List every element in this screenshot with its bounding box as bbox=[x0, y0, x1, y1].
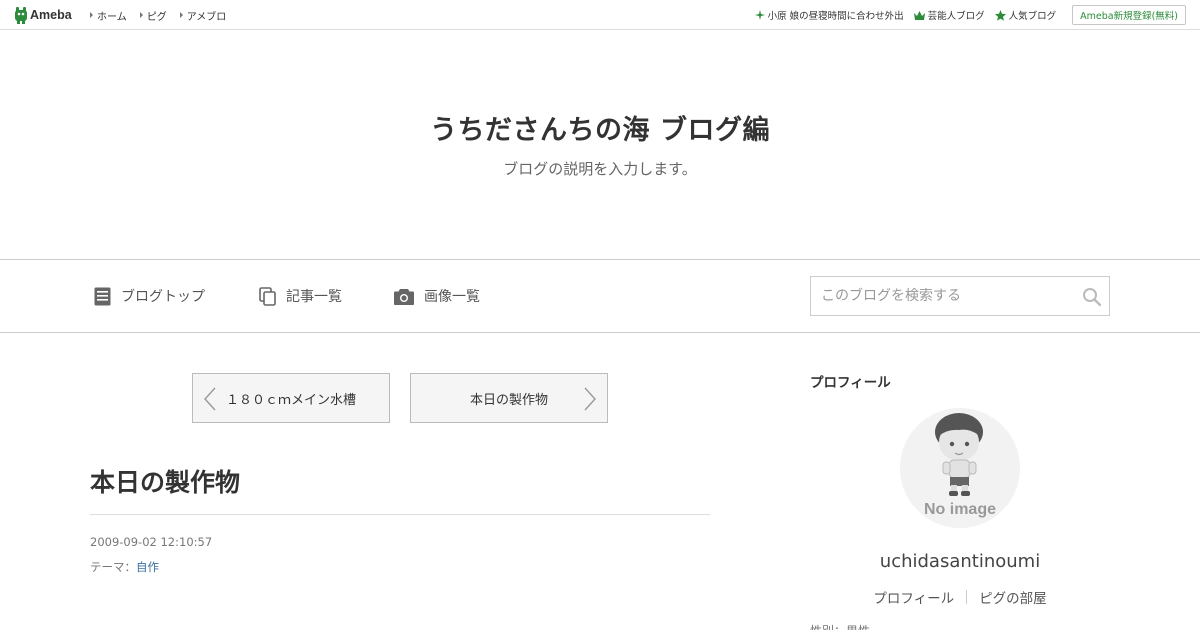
avatar[interactable]: No image bbox=[900, 408, 1020, 528]
global-nav-pigg[interactable]: ピグ bbox=[139, 8, 167, 23]
global-nav-pigg-label: ピグ bbox=[146, 11, 167, 23]
blog-top-label: ブログトップ bbox=[121, 289, 205, 305]
document-icon bbox=[94, 287, 111, 305]
no-image-avatar-icon: No image bbox=[900, 408, 1020, 528]
sparkle-icon bbox=[754, 10, 765, 20]
profile-username[interactable]: uchidasantinoumi bbox=[810, 551, 1110, 572]
blog-description: ブログの説明を入力します。 bbox=[503, 160, 697, 178]
blog-search-input[interactable] bbox=[821, 277, 1076, 315]
triangle-icon bbox=[179, 12, 183, 18]
global-header: Ameba ホーム ピグ アメブロ 小原 娘の昼寝時間に合わせ外出 芸能人ブログ… bbox=[0, 0, 1200, 30]
prev-entry-button[interactable]: １８０ｃｍメイン水槽 bbox=[192, 373, 390, 423]
ameba-logo-text: Ameba bbox=[30, 8, 72, 22]
ameba-logo-icon bbox=[15, 6, 27, 24]
entry-divider bbox=[90, 514, 710, 515]
entry-title[interactable]: 本日の製作物 bbox=[90, 463, 240, 499]
chevron-right-icon bbox=[584, 387, 596, 411]
crown-icon bbox=[913, 10, 925, 20]
global-nav-ameblo[interactable]: アメブロ bbox=[179, 8, 227, 23]
profile-heading: プロフィール bbox=[810, 375, 891, 391]
pigg-room-link[interactable]: ピグの部屋 bbox=[979, 587, 1047, 607]
image-list-link[interactable]: 画像一覧 bbox=[394, 286, 480, 306]
next-entry-button[interactable]: 本日の製作物 bbox=[410, 373, 608, 423]
global-nav-home-label: ホーム bbox=[97, 11, 127, 23]
star-icon bbox=[994, 9, 1006, 21]
ameba-logo[interactable]: Ameba bbox=[14, 6, 72, 24]
global-header-right: 小原 娘の昼寝時間に合わせ外出 芸能人ブログ 人気ブログ Ameba新規登録(無… bbox=[754, 0, 1186, 30]
talent-blog-link[interactable]: 芸能人ブログ bbox=[913, 8, 985, 22]
entry-date: 2009-09-02 12:10:57 bbox=[90, 535, 213, 549]
blog-top-link[interactable]: ブログトップ bbox=[94, 286, 205, 306]
link-separator bbox=[966, 590, 968, 604]
news-link-label: 小原 娘の昼寝時間に合わせ外出 bbox=[767, 11, 904, 22]
register-button[interactable]: Ameba新規登録(無料) bbox=[1072, 5, 1186, 25]
entry-theme-prefix: テーマ： bbox=[90, 560, 136, 574]
news-link[interactable]: 小原 娘の昼寝時間に合わせ外出 bbox=[754, 8, 904, 22]
camera-icon bbox=[394, 288, 414, 305]
copy-icon bbox=[259, 286, 276, 306]
talent-blog-label: 芸能人ブログ bbox=[927, 11, 985, 22]
avatar-no-image-text: No image bbox=[924, 501, 996, 518]
entry-list-label: 記事一覧 bbox=[286, 289, 342, 305]
entry-theme: テーマ：自作 bbox=[90, 559, 159, 575]
profile-links: プロフィール ピグの部屋 bbox=[810, 587, 1110, 607]
search-icon[interactable] bbox=[1082, 287, 1101, 306]
prev-entry-label: １８０ｃｍメイン水槽 bbox=[225, 392, 356, 408]
entry-theme-link[interactable]: 自作 bbox=[136, 560, 159, 574]
profile-link[interactable]: プロフィール bbox=[873, 587, 954, 607]
global-nav: ホーム ピグ アメブロ bbox=[90, 0, 239, 30]
popular-blog-link[interactable]: 人気ブログ bbox=[994, 8, 1057, 22]
profile-gender: 性別：男性 bbox=[810, 622, 870, 630]
popular-blog-label: 人気ブログ bbox=[1008, 11, 1057, 22]
chevron-left-icon bbox=[204, 387, 216, 411]
global-nav-ameblo-label: アメブロ bbox=[186, 11, 227, 23]
blog-nav: ブログトップ 記事一覧 画像一覧 bbox=[0, 259, 1200, 333]
blog-title[interactable]: うちださんちの海 ブログ編 bbox=[0, 108, 1200, 147]
blog-search bbox=[810, 276, 1110, 316]
entry-list-link[interactable]: 記事一覧 bbox=[259, 286, 342, 306]
image-list-label: 画像一覧 bbox=[424, 289, 480, 305]
global-nav-home[interactable]: ホーム bbox=[90, 8, 127, 23]
triangle-icon bbox=[139, 12, 143, 18]
triangle-icon bbox=[90, 12, 93, 18]
next-entry-label: 本日の製作物 bbox=[469, 392, 548, 408]
